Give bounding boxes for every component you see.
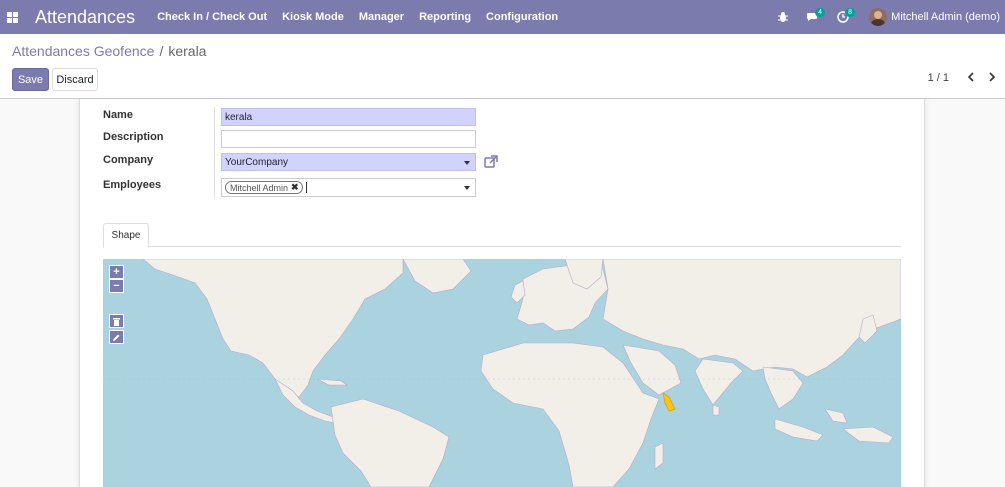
breadcrumb-current: kerala bbox=[168, 43, 207, 59]
breadcrumb-separator: / bbox=[159, 43, 164, 59]
breadcrumb-parent-link[interactable]: Attendances Geofence bbox=[12, 43, 154, 59]
breadcrumb: Attendances Geofence / kerala bbox=[12, 43, 206, 59]
activities-count-badge: 8 bbox=[845, 8, 856, 17]
company-value: YourCompany bbox=[225, 156, 289, 168]
map-delete-shape-button[interactable] bbox=[109, 314, 124, 328]
grid-icon bbox=[6, 11, 18, 23]
pager-value[interactable]: 1 / 1 bbox=[928, 72, 949, 84]
employees-many2many-input[interactable]: Mitchell Admin ✖ bbox=[221, 178, 476, 197]
save-button[interactable]: Save bbox=[12, 68, 49, 91]
debug-icon[interactable] bbox=[773, 0, 793, 34]
external-link-icon[interactable] bbox=[484, 155, 498, 169]
menu-check-in-out[interactable]: Check In / Check Out bbox=[157, 11, 267, 23]
map-zoom-out-button[interactable]: − bbox=[109, 279, 124, 293]
menu-configuration[interactable]: Configuration bbox=[486, 11, 558, 23]
menu-kiosk-mode[interactable]: Kiosk Mode bbox=[282, 11, 344, 23]
geofence-map[interactable]: + − bbox=[103, 259, 901, 487]
description-input[interactable] bbox=[221, 130, 476, 148]
control-panel: Attendances Geofence / kerala Save Discard… bbox=[0, 34, 1005, 99]
pager-next-button[interactable] bbox=[985, 70, 999, 84]
pencil-icon bbox=[113, 334, 120, 341]
geofence-polygon bbox=[662, 392, 676, 412]
text-cursor bbox=[305, 182, 307, 193]
company-label: Company bbox=[103, 154, 154, 166]
chevron-left-icon bbox=[967, 72, 974, 82]
pager-previous-button[interactable] bbox=[964, 70, 978, 84]
map-edit-shape-button[interactable] bbox=[109, 330, 124, 344]
map-zoom-in-button[interactable]: + bbox=[109, 265, 124, 279]
menu-manager[interactable]: Manager bbox=[359, 11, 404, 23]
trash-icon bbox=[113, 317, 120, 326]
employee-tag-label: Mitchell Admin bbox=[230, 182, 289, 193]
avatar bbox=[869, 8, 888, 26]
user-menu[interactable]: Mitchell Admin (demo) bbox=[869, 8, 1000, 26]
messages-count-badge: 4 bbox=[815, 8, 826, 17]
company-select[interactable]: YourCompany bbox=[221, 153, 476, 171]
description-label: Description bbox=[103, 131, 164, 143]
discard-button[interactable]: Discard bbox=[52, 68, 98, 91]
tab-shape[interactable]: Shape bbox=[103, 223, 149, 248]
employees-label: Employees bbox=[103, 179, 162, 191]
name-value: kerala bbox=[225, 111, 253, 123]
top-navbar: Attendances Check In / Check Out Kiosk M… bbox=[0, 0, 1005, 34]
chevron-down-icon[interactable] bbox=[464, 186, 470, 190]
chevron-right-icon bbox=[989, 72, 996, 82]
app-title[interactable]: Attendances bbox=[35, 7, 135, 28]
chevron-down-icon[interactable] bbox=[464, 161, 470, 165]
activities-icon[interactable]: 8 bbox=[833, 0, 856, 34]
user-name: Mitchell Admin (demo) bbox=[891, 11, 1000, 23]
employee-tag: Mitchell Admin ✖ bbox=[225, 181, 303, 194]
world-map-tiles bbox=[103, 259, 901, 487]
name-label: Name bbox=[103, 109, 133, 121]
apps-menu-icon[interactable] bbox=[0, 0, 24, 34]
name-input[interactable]: kerala bbox=[221, 108, 476, 126]
form-sheet: Name Description Company Employees keral… bbox=[79, 99, 925, 487]
menu-reporting[interactable]: Reporting bbox=[419, 11, 471, 23]
messages-icon[interactable]: 4 bbox=[803, 0, 826, 34]
tag-remove-icon[interactable]: ✖ bbox=[291, 182, 299, 193]
notebook-tabs: Shape bbox=[103, 223, 901, 248]
label-divider bbox=[214, 107, 215, 199]
